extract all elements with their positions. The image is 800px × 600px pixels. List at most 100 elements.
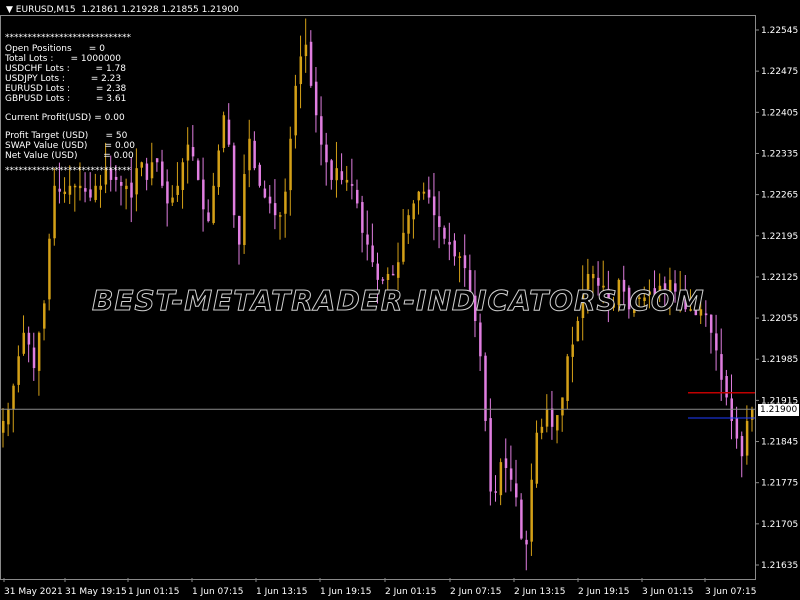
x-tick-label: 31 May 19:15 (65, 587, 127, 597)
panel-line: Current Profit(USD) = 0.00 (5, 113, 125, 123)
candle-body (191, 147, 195, 157)
candle-body (37, 332, 41, 371)
panel-line: EURUSD Lots : = 2.38 (5, 84, 127, 94)
candle-body (571, 344, 574, 357)
candle-body (17, 356, 20, 385)
candle-body (735, 417, 739, 439)
candle-body (325, 144, 328, 163)
candle-body (48, 238, 51, 300)
candle-body (196, 160, 200, 180)
candle-body (171, 197, 174, 203)
candle-body (27, 332, 31, 345)
candle-body (366, 234, 369, 245)
current-price-label: 1.21900 (758, 404, 800, 416)
candle-body (715, 333, 718, 351)
candle-body (289, 138, 292, 191)
candle-body (58, 188, 61, 192)
x-tick-label: 2 Jun 07:15 (450, 587, 501, 597)
candle-body (135, 168, 138, 195)
candle-body (145, 163, 149, 180)
candle-body (740, 436, 744, 457)
candle-body (258, 164, 262, 186)
candle-body (438, 216, 441, 227)
candle-body (320, 116, 323, 145)
candle-body (222, 115, 226, 148)
candle-body (294, 85, 297, 136)
candle-body (186, 144, 190, 161)
y-tick-label: 1.21775 (761, 479, 798, 489)
x-tick-label: 31 May 2021 (4, 587, 63, 597)
candle-body (84, 188, 87, 192)
candle-body (463, 255, 467, 269)
panel-stars-top: **************************** (5, 33, 131, 43)
y-tick-label: 1.22265 (761, 191, 798, 201)
candle-body (525, 539, 528, 545)
x-tick-label: 2 Jun 19:15 (578, 587, 629, 597)
candle-body (43, 303, 46, 329)
y-tick-label: 1.22125 (761, 273, 798, 283)
panel-line: USDCHF Lots : = 1.78 (5, 64, 126, 74)
x-tick-label: 3 Jun 07:15 (705, 587, 756, 597)
x-tick-label: 2 Jun 01:15 (385, 587, 436, 597)
x-tick-label: 2 Jun 13:15 (514, 587, 565, 597)
candle-body (427, 189, 431, 198)
candle-body (381, 279, 385, 281)
candle-body (304, 44, 308, 57)
candle-body (232, 145, 236, 216)
candle-body (150, 162, 154, 179)
x-tick-label: 1 Jun 07:15 (192, 587, 243, 597)
candle-body (207, 212, 210, 222)
candle-body (494, 491, 497, 493)
y-tick-label: 1.22545 (761, 26, 798, 36)
symbol-quote: EURUSD,M15 1.21861 1.21928 1.21855 1.219… (15, 5, 239, 15)
candle-body (119, 181, 123, 186)
candle-body (263, 188, 267, 198)
x-tick-label: 1 Jun 01:15 (128, 587, 179, 597)
candle-body (361, 202, 364, 233)
candle-body (453, 240, 456, 257)
candle-body (212, 185, 215, 224)
candle-body (422, 191, 426, 194)
panel-line: SWAP Value (USD) = 0.00 (5, 141, 135, 151)
candle-body (284, 191, 287, 214)
candle-body (330, 160, 333, 180)
candle-body (448, 241, 451, 245)
panel-line: GBPUSD Lots : = 3.61 (5, 94, 127, 104)
candle-body (243, 174, 246, 246)
candle-body (540, 426, 544, 433)
candle-body (63, 191, 67, 195)
candle-body (114, 176, 118, 180)
panel-line: Net Value (USD) = 0.00 (5, 151, 134, 161)
candle-body (268, 196, 272, 204)
candle-body (217, 150, 220, 188)
candle-body (515, 483, 518, 498)
candle-body (335, 168, 338, 181)
candle-body (155, 158, 159, 163)
chart-title: ▼ EURUSD,M15 1.21861 1.21928 1.21855 1.2… (6, 5, 239, 15)
candle-body (535, 432, 539, 484)
candle-body (530, 479, 533, 542)
candle-body (273, 203, 277, 216)
candle-body (2, 420, 5, 433)
y-tick-label: 1.21985 (761, 355, 798, 365)
panel-line: Profit Target (USD) = 50 (5, 131, 128, 141)
y-tick-label: 1.21705 (761, 520, 798, 530)
collapse-triangle-icon[interactable]: ▼ (6, 5, 13, 15)
candle-body (576, 321, 580, 342)
candle-body (591, 273, 595, 279)
candle-body (412, 203, 415, 220)
candle-body (176, 185, 179, 195)
candle-body (745, 420, 749, 456)
candle-body (22, 332, 26, 354)
candle-body (279, 215, 282, 217)
y-tick-label: 1.21635 (761, 561, 798, 571)
candle-body (237, 215, 241, 245)
candle-body (407, 215, 410, 234)
candle-body (299, 56, 303, 85)
candle-body (314, 81, 318, 116)
candle-body (509, 468, 513, 480)
candle-body (556, 415, 559, 431)
candle-body (386, 273, 390, 280)
candle-body (709, 314, 713, 333)
candle-body (7, 409, 10, 425)
